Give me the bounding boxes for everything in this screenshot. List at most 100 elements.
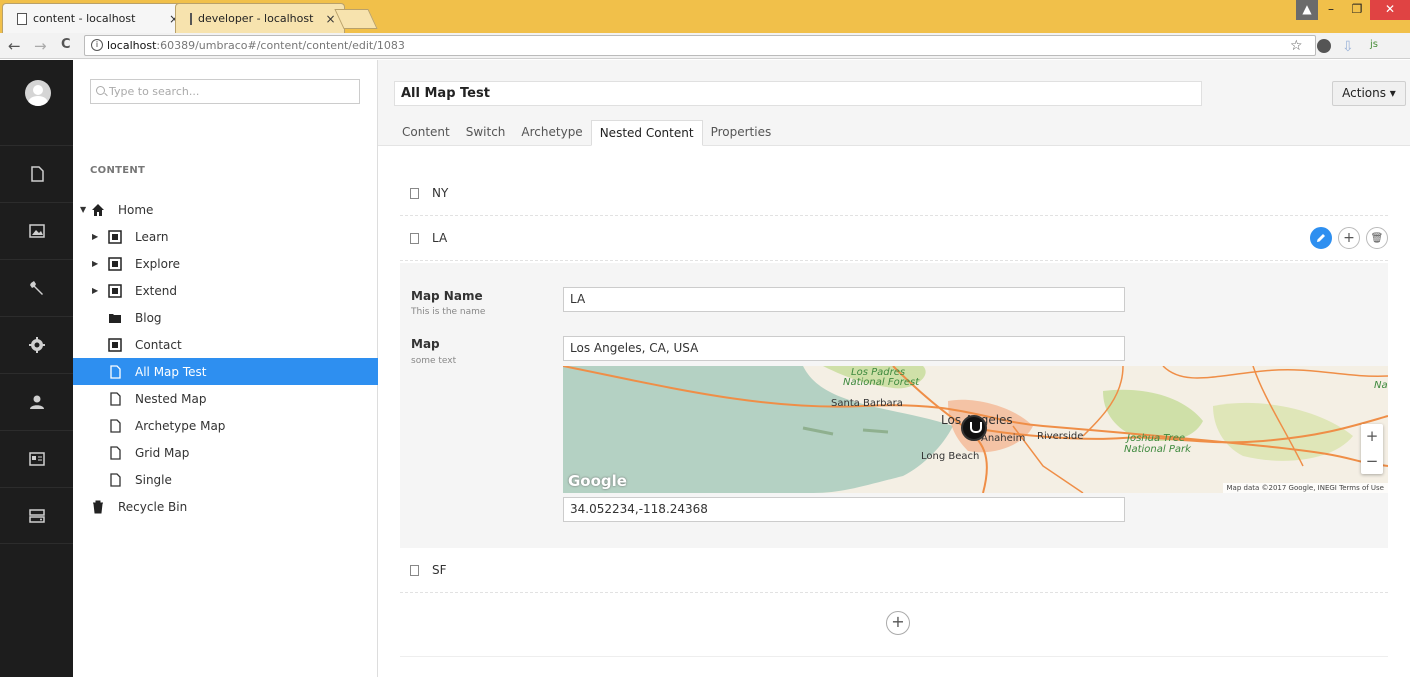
add-item-button[interactable]: +	[1338, 227, 1360, 249]
tree-node-label: Learn	[135, 229, 169, 244]
tree-node-label: Archetype Map	[135, 418, 226, 433]
user-icon[interactable]: ▲	[1296, 0, 1318, 20]
section-settings[interactable]	[0, 259, 73, 316]
tree-node-extend[interactable]: ▶ Extend	[73, 277, 378, 304]
image-icon	[28, 224, 45, 238]
map-coordinates-input[interactable]: 34.052234,-118.24368	[563, 497, 1125, 522]
grid-doc-icon	[108, 229, 122, 244]
info-icon[interactable]: i	[91, 39, 103, 51]
map-marker-icon[interactable]	[961, 415, 987, 441]
forward-button[interactable]: →	[34, 37, 47, 55]
tree-node-label: All Map Test	[135, 364, 207, 379]
tree-node-blog[interactable]: Blog	[73, 304, 378, 331]
extension-icon[interactable]	[1317, 39, 1331, 53]
tree-node-nested-map[interactable]: Nested Map	[73, 385, 378, 412]
document-icon	[410, 565, 419, 576]
trash-icon	[93, 500, 103, 513]
tree-node-label: Blog	[135, 310, 162, 325]
tree-node-recycle-bin[interactable]: Recycle Bin	[73, 493, 378, 520]
minimize-button[interactable]: –	[1318, 0, 1344, 20]
tab-nested-content[interactable]: Nested Content	[590, 120, 703, 146]
search-input[interactable]: Type to search...	[90, 79, 360, 104]
js-extension-icon[interactable]: js	[1370, 39, 1378, 50]
browser-tab-developer[interactable]: developer - localhost ×	[175, 3, 345, 33]
document-icon	[30, 166, 44, 182]
tree-node-label: Explore	[135, 256, 181, 271]
url-field[interactable]: i localhost:60389/umbraco#/content/conte…	[84, 35, 1316, 56]
bookmark-star-icon[interactable]: ☆	[1290, 38, 1303, 54]
document-icon	[110, 391, 121, 406]
tree-node-single[interactable]: Single	[73, 466, 378, 493]
tab-properties[interactable]: Properties	[703, 120, 780, 146]
zoom-out-button[interactable]: −	[1361, 449, 1383, 474]
reload-button[interactable]: C	[61, 37, 71, 52]
nested-item-label: LA	[432, 231, 448, 245]
section-media[interactable]	[0, 202, 73, 259]
document-icon	[410, 233, 419, 244]
tree-node-label: Extend	[135, 283, 177, 298]
tree-node-label: Recycle Bin	[118, 499, 188, 514]
search-icon	[96, 86, 105, 95]
tree-node-label: Grid Map	[135, 445, 190, 460]
map-label-anaheim: Anaheim	[981, 433, 1026, 444]
map-address-input[interactable]: Los Angeles, CA, USA	[563, 336, 1125, 361]
grid-doc-icon	[108, 283, 122, 298]
map-description: some text	[411, 356, 457, 366]
section-forms[interactable]	[0, 487, 73, 544]
expand-caret-icon[interactable]: ▼	[80, 205, 86, 214]
nested-item-la[interactable]: LA + 🗑	[400, 216, 1388, 261]
tab-switch[interactable]: Switch	[458, 120, 514, 146]
expand-caret-icon[interactable]: ▶	[92, 259, 98, 268]
tree-node-home[interactable]: ▼ Home	[73, 196, 378, 223]
map-name-label: Map Name	[411, 289, 483, 303]
sections-bar	[0, 60, 73, 677]
expand-caret-icon[interactable]: ▶	[92, 232, 98, 241]
map-attribution[interactable]: Map data ©2017 Google, INEGI Terms of Us…	[1222, 483, 1388, 493]
maximize-button[interactable]: ❐	[1344, 0, 1370, 20]
add-nested-item-button[interactable]: +	[886, 611, 910, 635]
section-users[interactable]	[0, 373, 73, 430]
tree-node-learn[interactable]: ▶ Learn	[73, 223, 378, 250]
section-content[interactable]	[0, 145, 73, 202]
node-name-input[interactable]: All Map Test	[394, 81, 1202, 106]
map-label-national-park: National Park	[1124, 444, 1191, 455]
grid-doc-icon	[108, 256, 122, 271]
server-icon	[28, 508, 45, 523]
wrench-icon	[29, 281, 43, 295]
browser-tab-bar: content - localhost × developer - localh…	[0, 0, 1410, 33]
tree-node-contact[interactable]: Contact	[73, 331, 378, 358]
user-icon	[29, 395, 44, 409]
download-extension-icon[interactable]: ⇩	[1342, 39, 1354, 55]
tab-content[interactable]: Content	[394, 120, 458, 146]
expand-caret-icon[interactable]: ▶	[92, 286, 98, 295]
tab-archetype[interactable]: Archetype	[513, 120, 590, 146]
tree-node-label: Home	[118, 202, 154, 217]
tree-node-archetype-map[interactable]: Archetype Map	[73, 412, 378, 439]
edit-button[interactable]	[1310, 227, 1332, 249]
map-name-input[interactable]: LA	[563, 287, 1125, 312]
google-map[interactable]: Los Padres National Forest Santa Barbara…	[563, 366, 1388, 493]
close-window-button[interactable]: ✕	[1370, 0, 1410, 20]
zoom-in-button[interactable]: +	[1361, 424, 1383, 449]
content-tree-panel: Type to search... CONTENT ▼ Home ▶ Learn…	[73, 60, 378, 677]
nested-item-editor: Map Name This is the name LA Map some te…	[400, 263, 1388, 548]
delete-item-button[interactable]: 🗑	[1366, 227, 1388, 249]
actions-button[interactable]: Actions ▾	[1332, 81, 1406, 106]
back-button[interactable]: ←	[8, 37, 21, 55]
tree-node-grid-map[interactable]: Grid Map	[73, 439, 378, 466]
tab-close-icon[interactable]: ×	[325, 12, 335, 26]
section-developer[interactable]	[0, 316, 73, 373]
map-name-description: This is the name	[411, 307, 486, 317]
document-icon	[110, 364, 121, 379]
browser-tab-content[interactable]: content - localhost ×	[2, 3, 190, 33]
section-members[interactable]	[0, 430, 73, 487]
nested-item-sf[interactable]: SF	[400, 548, 1388, 593]
nested-item-ny[interactable]: NY	[400, 171, 1388, 216]
tree-node-label: Contact	[135, 337, 182, 352]
tree-node-all-map-test[interactable]: All Map Test	[73, 358, 378, 385]
page-icon	[17, 12, 27, 25]
avatar[interactable]	[25, 80, 51, 106]
map-zoom-control: + −	[1361, 424, 1383, 474]
editor-header: All Map Test Actions ▾ Content Switch Ar…	[378, 60, 1410, 146]
tree-node-explore[interactable]: ▶ Explore	[73, 250, 378, 277]
